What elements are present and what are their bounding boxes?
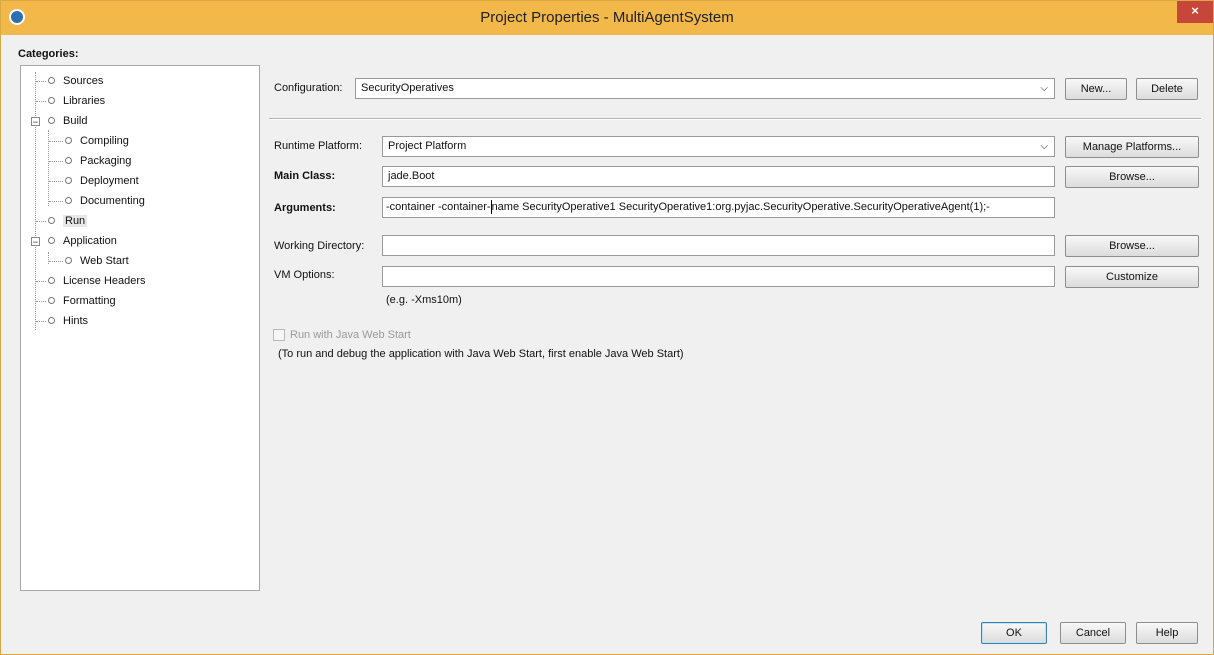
circle-icon (65, 256, 72, 264)
arguments-value-end: name SecurityOperative1 SecurityOperativ… (491, 201, 990, 213)
new-configuration-button[interactable]: New... (1065, 78, 1127, 100)
tree-item-formatting[interactable]: Formatting (48, 292, 116, 310)
tree-item-packaging[interactable]: Packaging (65, 152, 131, 170)
tree-connector (36, 221, 46, 222)
main-class-value: jade.Boot (388, 170, 435, 182)
circle-icon (65, 136, 72, 144)
tree-item-documenting[interactable]: Documenting (65, 192, 145, 210)
tree-connector (36, 101, 46, 102)
categories-label: Categories: (18, 48, 79, 60)
ok-button[interactable]: OK (981, 622, 1047, 644)
configuration-label: Configuration: (274, 82, 343, 94)
chevron-down-icon: ⌵ (1040, 83, 1048, 94)
tree-item-application[interactable]: Application (48, 232, 117, 250)
runtime-platform-label: Runtime Platform: (274, 140, 363, 152)
tree-item-sources[interactable]: Sources (48, 72, 103, 90)
circle-icon (48, 316, 55, 324)
main-class-browse-button[interactable]: Browse... (1065, 166, 1199, 188)
title-bar: Project Properties - MultiAgentSystem × (1, 1, 1213, 35)
chevron-down-icon: ⌵ (1040, 141, 1048, 152)
arguments-input[interactable]: -container -container-name SecurityOpera… (382, 197, 1055, 218)
circle-icon (48, 96, 55, 104)
tree-guide-line (35, 72, 36, 330)
tree-item-hints[interactable]: Hints (48, 312, 88, 330)
minus-icon[interactable]: − (31, 237, 40, 247)
tree-item-web-start[interactable]: Web Start (65, 252, 129, 270)
circle-icon (48, 236, 55, 244)
vm-options-input[interactable] (382, 266, 1055, 287)
run-with-web-start-label: Run with Java Web Start (290, 329, 411, 341)
separator (269, 118, 1201, 120)
circle-icon (65, 196, 72, 204)
tree-connector (49, 261, 63, 262)
tree-connector (49, 141, 63, 142)
tree-connector (49, 181, 63, 182)
arguments-value-start: -container -container- (386, 201, 491, 213)
tree-item-license-headers[interactable]: License Headers (48, 272, 146, 290)
working-directory-label: Working Directory: (274, 240, 365, 252)
web-start-note: (To run and debug the application with J… (278, 348, 684, 360)
main-class-input[interactable]: jade.Boot (382, 166, 1055, 187)
runtime-platform-value: Project Platform (388, 140, 467, 152)
arguments-label: Arguments: (274, 202, 336, 214)
working-directory-input[interactable] (382, 235, 1055, 256)
tree-item-deployment[interactable]: Deployment (65, 172, 139, 190)
circle-icon (48, 116, 55, 124)
runtime-platform-select[interactable]: Project Platform ⌵ (382, 136, 1055, 157)
tree-item-libraries[interactable]: Libraries (48, 92, 105, 110)
circle-icon (65, 156, 72, 164)
circle-icon (48, 216, 55, 224)
configuration-select[interactable]: SecurityOperatives ⌵ (355, 78, 1055, 99)
tree-connector (36, 81, 46, 82)
tree-item-compiling[interactable]: Compiling (65, 132, 129, 150)
vm-options-label: VM Options: (274, 269, 335, 281)
tree-item-run[interactable]: Run (48, 212, 88, 230)
cancel-button[interactable]: Cancel (1060, 622, 1126, 644)
circle-icon (48, 276, 55, 284)
minus-icon[interactable]: − (31, 117, 40, 127)
categories-tree[interactable]: Sources Libraries − Build Compiling Pack… (20, 65, 260, 591)
delete-configuration-button[interactable]: Delete (1136, 78, 1198, 100)
window-title: Project Properties - MultiAgentSystem (480, 9, 734, 26)
tree-connector (49, 201, 63, 202)
configuration-value: SecurityOperatives (361, 82, 454, 94)
tree-connector (36, 281, 46, 282)
project-properties-dialog: Project Properties - MultiAgentSystem × … (0, 0, 1214, 655)
tree-connector (49, 161, 63, 162)
tree-connector (36, 321, 46, 322)
tree-item-build[interactable]: Build (48, 112, 87, 130)
close-button[interactable]: × (1177, 1, 1213, 23)
vm-options-hint: (e.g. -Xms10m) (386, 294, 462, 306)
tree-connector (36, 301, 46, 302)
run-with-web-start-checkbox[interactable] (273, 329, 285, 341)
tree-guide-line (48, 252, 49, 264)
help-button[interactable]: Help (1136, 622, 1198, 644)
manage-platforms-button[interactable]: Manage Platforms... (1065, 136, 1199, 158)
main-class-label: Main Class: (274, 170, 336, 182)
circle-icon (48, 296, 55, 304)
working-directory-browse-button[interactable]: Browse... (1065, 235, 1199, 257)
circle-icon (65, 176, 72, 184)
customize-button[interactable]: Customize (1065, 266, 1199, 288)
circle-icon (48, 76, 55, 84)
